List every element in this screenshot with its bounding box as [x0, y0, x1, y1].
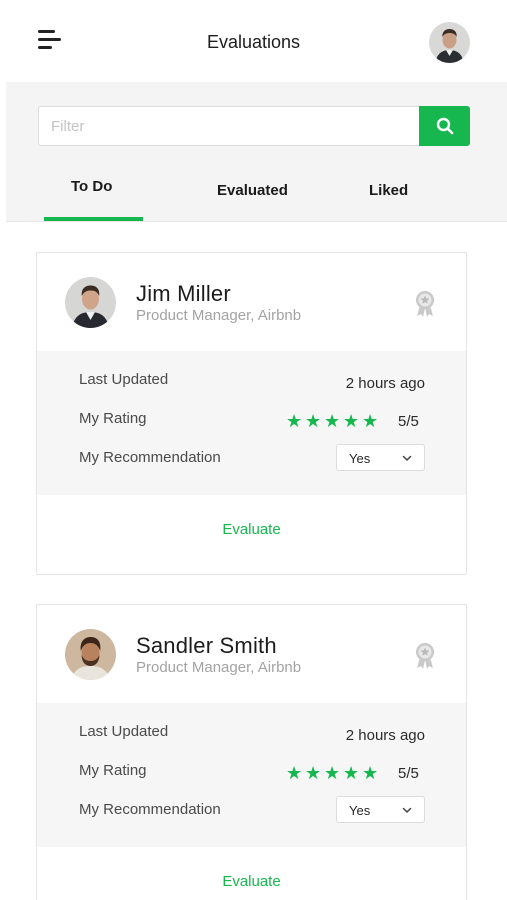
candidate-role: Product Manager, Airbnb: [136, 307, 302, 324]
recommendation-value: Yes: [349, 803, 371, 818]
star-icon[interactable]: ★: [286, 764, 302, 782]
recommendation-label: My Recommendation: [79, 801, 221, 818]
recommendation-select[interactable]: Yes: [336, 444, 425, 471]
tab-to-do[interactable]: To Do: [71, 178, 112, 195]
evaluation-details: Last Updated 2 hours ago My Rating ★ ★ ★…: [37, 703, 466, 847]
star-rating[interactable]: ★ ★ ★ ★ ★: [286, 764, 378, 782]
star-icon[interactable]: ★: [286, 412, 302, 430]
rating-label: My Rating: [79, 410, 147, 427]
active-tab-indicator: [44, 217, 143, 221]
last-updated-value: 2 hours ago: [345, 727, 425, 744]
star-icon[interactable]: ★: [362, 764, 378, 782]
tab-liked[interactable]: Liked: [369, 182, 408, 199]
last-updated-label: Last Updated: [79, 723, 169, 740]
filter-tabs-panel: To Do Evaluated Liked: [6, 82, 507, 222]
evaluation-card: Jim Miller Product Manager, Airbnb Last …: [36, 252, 467, 575]
star-icon[interactable]: ★: [305, 412, 321, 430]
candidate-avatar: [65, 277, 116, 328]
star-icon[interactable]: ★: [324, 412, 340, 430]
recommendation-label: My Recommendation: [79, 449, 221, 466]
award-ribbon-icon[interactable]: [413, 641, 437, 671]
app-header: Evaluations: [0, 0, 507, 82]
user-avatar[interactable]: [429, 22, 470, 63]
recommendation-select[interactable]: Yes: [336, 796, 425, 823]
award-ribbon-icon[interactable]: [413, 289, 437, 319]
last-updated-label: Last Updated: [79, 371, 169, 388]
last-updated-value: 2 hours ago: [345, 375, 425, 392]
rating-label: My Rating: [79, 762, 147, 779]
star-icon[interactable]: ★: [343, 412, 359, 430]
candidate-role: Product Manager, Airbnb: [136, 659, 302, 676]
tab-evaluated[interactable]: Evaluated: [217, 182, 288, 199]
recommendation-value: Yes: [349, 451, 371, 466]
star-icon[interactable]: ★: [324, 764, 340, 782]
filter-input[interactable]: [38, 106, 420, 146]
evaluation-details: Last Updated 2 hours ago My Rating ★ ★ ★…: [37, 351, 466, 495]
star-icon[interactable]: ★: [362, 412, 378, 430]
rating-value: 5/5: [398, 413, 419, 430]
star-rating[interactable]: ★ ★ ★ ★ ★: [286, 412, 378, 430]
candidate-name: Sandler Smith: [136, 633, 277, 658]
chevron-down-icon: [402, 455, 412, 461]
candidate-avatar: [65, 629, 116, 680]
search-button[interactable]: [419, 106, 470, 146]
rating-value: 5/5: [398, 765, 419, 782]
candidate-name: Jim Miller: [136, 281, 231, 306]
star-icon[interactable]: ★: [305, 764, 321, 782]
evaluation-card: Sandler Smith Product Manager, Airbnb La…: [36, 604, 467, 900]
chevron-down-icon: [402, 807, 412, 813]
evaluate-button[interactable]: Evaluate: [37, 521, 466, 538]
star-icon[interactable]: ★: [343, 764, 359, 782]
search-icon: [436, 117, 453, 135]
evaluate-button[interactable]: Evaluate: [37, 873, 466, 890]
